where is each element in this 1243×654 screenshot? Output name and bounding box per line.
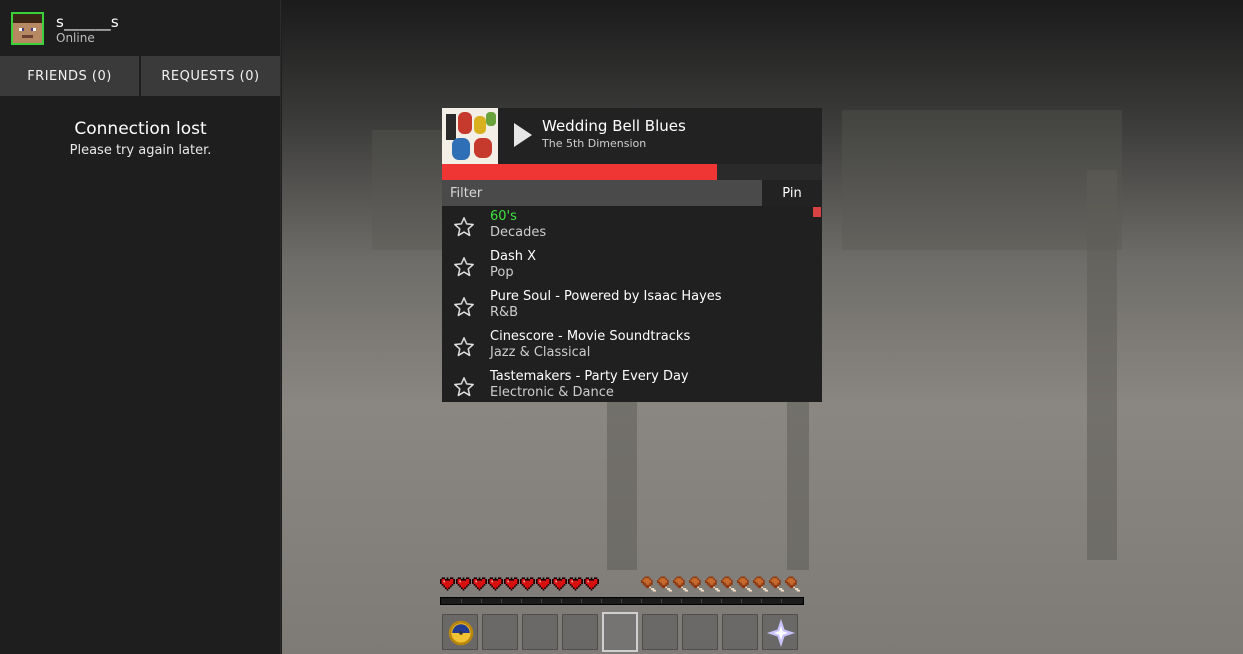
xp-segment-divider [641,599,642,603]
hunger-drumstick-icon [721,576,736,592]
xp-segment-divider [621,599,622,603]
station-name: 60's [490,209,517,224]
star-icon[interactable] [453,256,475,278]
heart-icon [472,577,487,591]
tree-trunk [607,390,637,570]
xp-segment-divider [501,599,502,603]
hotbar-slot[interactable] [442,614,478,650]
hunger-drumstick-icon [753,576,768,592]
hotbar-slot[interactable] [522,614,558,650]
now-playing-panel: Wedding Bell Blues The 5th Dimension [442,108,822,164]
play-icon[interactable] [513,122,533,148]
hunger-drumstick-icon [769,576,784,592]
tree-trunk [787,380,809,570]
filter-input[interactable] [442,180,762,206]
xp-segment-divider [481,599,482,603]
station-name: Tastemakers - Party Every Day [490,369,689,384]
hotbar-slot[interactable] [642,614,678,650]
heart-icon [488,577,503,591]
hunger-drumstick-icon [689,576,704,592]
album-cover-icon [442,108,498,164]
playback-progress-bar[interactable] [442,164,822,180]
heart-icon [440,577,455,591]
hunger-drumstick-icon [673,576,688,592]
clock-icon [448,620,474,646]
xp-segment-divider [701,599,702,603]
hotbar-slot[interactable] [482,614,518,650]
friends-tabs: FRIENDS (0) REQUESTS (0) [0,56,281,96]
xp-segment-divider [581,599,582,603]
scrollbar-thumb[interactable] [813,207,821,217]
hotbar-slot[interactable] [602,612,638,652]
station-item[interactable]: Tastemakers - Party Every Day Electronic… [442,366,812,402]
xp-segment-divider [721,599,722,603]
station-genre: Jazz & Classical [490,345,591,360]
station-genre: Electronic & Dance [490,385,614,400]
connection-lost-message: Please try again later. [69,143,212,158]
avatar[interactable] [11,12,44,45]
star-icon[interactable] [453,336,475,358]
xp-segment-divider [461,599,462,603]
hunger-drumstick-icon [705,576,720,592]
hunger-drumstick-icon [657,576,672,592]
heart-icon [536,577,551,591]
star-icon[interactable] [453,296,475,318]
tab-friends[interactable]: FRIENDS (0) [0,56,139,96]
station-item[interactable]: 60's Decades [442,206,812,246]
tab-requests[interactable]: REQUESTS (0) [141,56,280,96]
station-genre: R&B [490,305,519,320]
hotbar-slot[interactable] [762,614,798,650]
heart-icon [520,577,535,591]
xp-segment-divider [761,599,762,603]
online-status: Online [56,31,95,45]
star-icon[interactable] [453,376,475,398]
heart-icon [552,577,567,591]
heart-icon [456,577,471,591]
xp-segment-divider [681,599,682,603]
hotbar-slot[interactable] [682,614,718,650]
station-genre: Decades [490,225,547,240]
hotbar [442,612,804,652]
experience-bar [440,597,804,605]
profile-header: s______s Online [0,0,281,55]
nether-star-icon [767,619,795,647]
hunger-drumstick-icon [785,576,800,592]
heart-icon [568,577,583,591]
connection-lost-title: Connection lost [74,119,207,139]
xp-segment-divider [561,599,562,603]
playback-progress-fill [442,164,717,180]
xp-segment-divider [661,599,662,603]
xp-segment-divider [781,599,782,603]
hotbar-slot[interactable] [722,614,758,650]
hunger-drumstick-icon [737,576,752,592]
station-name: Dash X [490,249,537,264]
track-title: Wedding Bell Blues [542,117,686,135]
xp-segment-divider [601,599,602,603]
xp-segment-divider [741,599,742,603]
heart-icon [504,577,519,591]
username: s______s [56,13,120,31]
hunger-drumstick-icon [641,576,656,592]
station-item[interactable]: Cinescore - Movie Soundtracks Jazz & Cla… [442,326,812,366]
xp-segment-divider [541,599,542,603]
station-item[interactable]: Dash X Pop [442,246,812,286]
pin-button[interactable]: Pin [762,180,822,206]
tree-trunk [1087,170,1117,560]
hotbar-slot[interactable] [562,614,598,650]
friends-sidebar: s______s Online FRIENDS (0) REQUESTS (0)… [0,0,281,654]
heart-icon [584,577,599,591]
station-list: 60's Decades Dash X Pop Pure Soul - Powe… [442,206,822,402]
star-icon[interactable] [453,216,475,238]
track-artist: The 5th Dimension [542,137,647,150]
station-name: Cinescore - Movie Soundtracks [490,329,691,344]
station-name: Pure Soul - Powered by Isaac Hayes [490,289,722,304]
fog-block [842,110,1122,250]
station-genre: Pop [490,265,514,280]
xp-segment-divider [521,599,522,603]
station-list-scrollbar[interactable] [812,206,822,402]
station-item[interactable]: Pure Soul - Powered by Isaac Hayes R&B [442,286,812,326]
